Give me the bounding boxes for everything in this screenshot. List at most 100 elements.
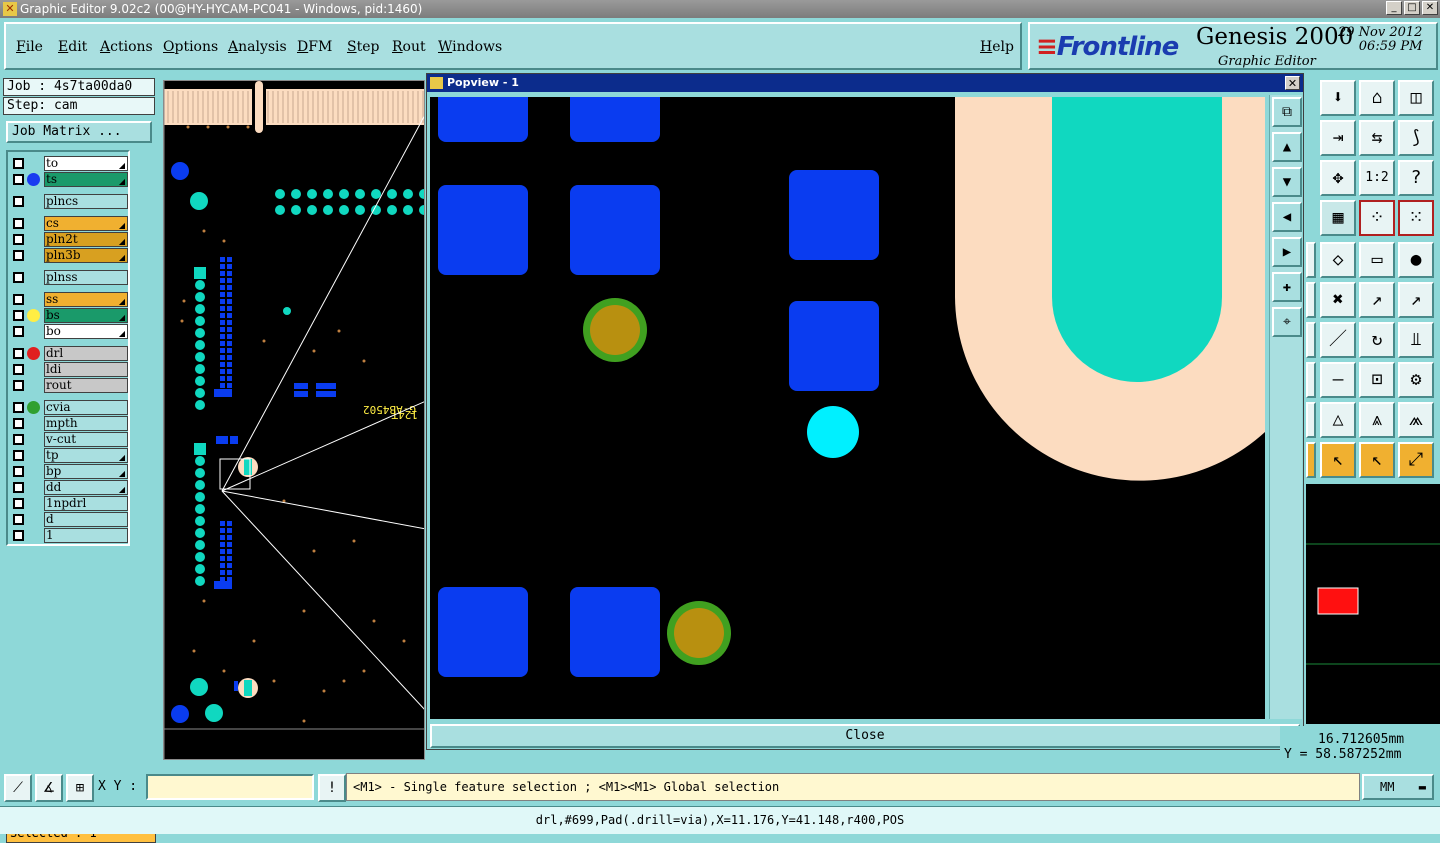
layer-row-plncs[interactable]: plncs [10, 194, 128, 209]
layer-name[interactable]: pln2t ◢ [44, 232, 128, 247]
layer-row-cs[interactable]: cs ◢ [10, 216, 128, 231]
layer-checkbox[interactable] [13, 294, 24, 305]
features-icon[interactable]: ⚙ [1398, 362, 1434, 398]
layer-checkbox[interactable] [13, 326, 24, 337]
grid-snap-icon[interactable]: ⊞ [66, 774, 94, 802]
graphic-canvas[interactable]: G-AB4502 124T [163, 80, 425, 760]
layer-checkbox[interactable] [13, 174, 24, 185]
layer-name[interactable]: drl [44, 346, 128, 361]
select-icon[interactable]: ↖ [1320, 442, 1356, 478]
layer-name[interactable]: to ◢ [44, 156, 128, 171]
layer-row-ts[interactable]: ts ◢ [10, 172, 128, 187]
layer-checkbox[interactable] [13, 402, 24, 413]
menu-edit[interactable]: Edit [58, 39, 87, 55]
reverse-icon[interactable]: ⇆ [1359, 120, 1395, 156]
snake-icon[interactable]: ⟆ [1398, 120, 1434, 156]
split-view-icon[interactable]: ◫ [1398, 80, 1434, 116]
zoom-window-icon[interactable]: ⧉ [1272, 97, 1302, 127]
layer-row-pln3b[interactable]: pln3b ◢ [10, 248, 128, 263]
layer-row-1npdrl[interactable]: 1npdrl [10, 496, 128, 511]
layer-checkbox[interactable] [13, 348, 24, 359]
measure-icon[interactable]: ◇ [1320, 242, 1356, 278]
popview-close-icon[interactable]: ✕ [1285, 76, 1300, 90]
ruler-icon[interactable]: ▭ [1359, 242, 1395, 278]
layer-name[interactable]: tp ◢ [44, 448, 128, 463]
layer-name[interactable]: plncs [44, 194, 128, 209]
layer-checkbox[interactable] [13, 272, 24, 283]
snap-icon[interactable]: ⁘ [1359, 200, 1395, 236]
select-alt-icon[interactable]: ↖ [1359, 442, 1395, 478]
layer-name[interactable]: 1 [44, 528, 128, 543]
layer-name[interactable]: plnss [44, 270, 128, 285]
minimap[interactable] [1306, 484, 1440, 724]
layer-checkbox[interactable] [13, 498, 24, 509]
layer-row-dd[interactable]: dd ◢ [10, 480, 128, 495]
cut-line-icon[interactable]: — [1320, 362, 1356, 398]
scale-1-2-icon[interactable]: 1:2 [1359, 160, 1395, 196]
menu-help[interactable]: Help [980, 39, 1014, 55]
rotate-icon[interactable]: ↻ [1359, 322, 1395, 358]
popview-canvas[interactable] [430, 97, 1265, 719]
layer-checkbox[interactable] [13, 434, 24, 445]
circle-pad-icon[interactable]: ● [1398, 242, 1434, 278]
angle-mode-icon[interactable]: ∡ [35, 774, 63, 802]
layer-row-bo[interactable]: bo ◢ [10, 324, 128, 339]
layer-checkbox[interactable] [13, 514, 24, 525]
pan-left-icon[interactable]: ◀ [1272, 202, 1302, 232]
layer-row-pln2t[interactable]: pln2t ◢ [10, 232, 128, 247]
delete-cross-icon[interactable]: ✖ [1320, 282, 1356, 318]
popview-close-button[interactable]: Close [430, 724, 1300, 748]
layer-row-rout[interactable]: rout [10, 378, 128, 393]
layer-row-bp[interactable]: bp ◢ [10, 464, 128, 479]
layer-row-bs[interactable]: bs ◢ [10, 308, 128, 323]
layer-row-drl[interactable]: drl [10, 346, 128, 361]
line-move-icon[interactable]: ↗ [1398, 282, 1434, 318]
layer-row-v-cut[interactable]: v-cut [10, 432, 128, 447]
layer-name[interactable]: 1npdrl [44, 496, 128, 511]
triangle-icon[interactable]: △ [1320, 402, 1356, 438]
layer-checkbox[interactable] [13, 418, 24, 429]
close-window-button[interactable]: ✕ [1422, 1, 1438, 15]
layer-name[interactable]: d [44, 512, 128, 527]
pan-down-icon[interactable]: ▼ [1272, 167, 1302, 197]
layer-checkbox[interactable] [13, 450, 24, 461]
layer-row-plnss[interactable]: plnss [10, 270, 128, 285]
layer-name[interactable]: pln3b ◢ [44, 248, 128, 263]
layer-name[interactable]: bs ◢ [44, 308, 128, 323]
maximize-button[interactable]: □ [1404, 1, 1420, 15]
partial-icon[interactable] [1306, 242, 1316, 278]
menu-analysis[interactable]: Analysis [228, 39, 287, 55]
measure-box-icon[interactable]: ⊡ [1359, 362, 1395, 398]
layer-name[interactable]: ldi [44, 362, 128, 377]
layer-row-to[interactable]: to ◢ [10, 156, 128, 171]
draw-line-icon[interactable]: ／ [1320, 322, 1356, 358]
partial-icon[interactable] [1306, 442, 1316, 478]
layer-name[interactable]: v-cut [44, 432, 128, 447]
partial-icon[interactable] [1306, 282, 1316, 318]
layer-row-1[interactable]: 1 [10, 528, 128, 543]
alert-icon[interactable]: ! [318, 774, 346, 802]
layer-row-ldi[interactable]: ldi [10, 362, 128, 377]
units-select[interactable]: MM ▬ [1362, 774, 1434, 800]
layer-name[interactable]: bo ◢ [44, 324, 128, 339]
menu-step[interactable]: Step [347, 39, 379, 55]
zoom-fit-icon[interactable]: ⌖ [1272, 307, 1302, 337]
pan-right-icon[interactable]: ▶ [1272, 237, 1302, 267]
pan-up-icon[interactable]: ▲ [1272, 132, 1302, 162]
job-matrix-button[interactable]: Job Matrix ... [6, 121, 152, 143]
mirror-icon[interactable]: ⫫ [1398, 322, 1434, 358]
layer-name[interactable]: ss ◢ [44, 292, 128, 307]
zoom-right-icon[interactable]: ⇥ [1320, 120, 1356, 156]
zoom-in-icon[interactable]: ✚ [1272, 272, 1302, 302]
layer-checkbox[interactable] [13, 310, 24, 321]
xy-input[interactable] [146, 774, 314, 800]
menu-windows[interactable]: Windows [438, 39, 502, 55]
layer-name[interactable]: cvia [44, 400, 128, 415]
layer-row-mpth[interactable]: mpth [10, 416, 128, 431]
layer-name[interactable]: rout [44, 378, 128, 393]
snap-alt-icon[interactable]: ⁙ [1398, 200, 1434, 236]
triangle-cross-icon[interactable]: ⩕ [1398, 402, 1434, 438]
layer-name[interactable]: bp ◢ [44, 464, 128, 479]
layer-name[interactable]: ts ◢ [44, 172, 128, 187]
layer-row-tp[interactable]: tp ◢ [10, 448, 128, 463]
